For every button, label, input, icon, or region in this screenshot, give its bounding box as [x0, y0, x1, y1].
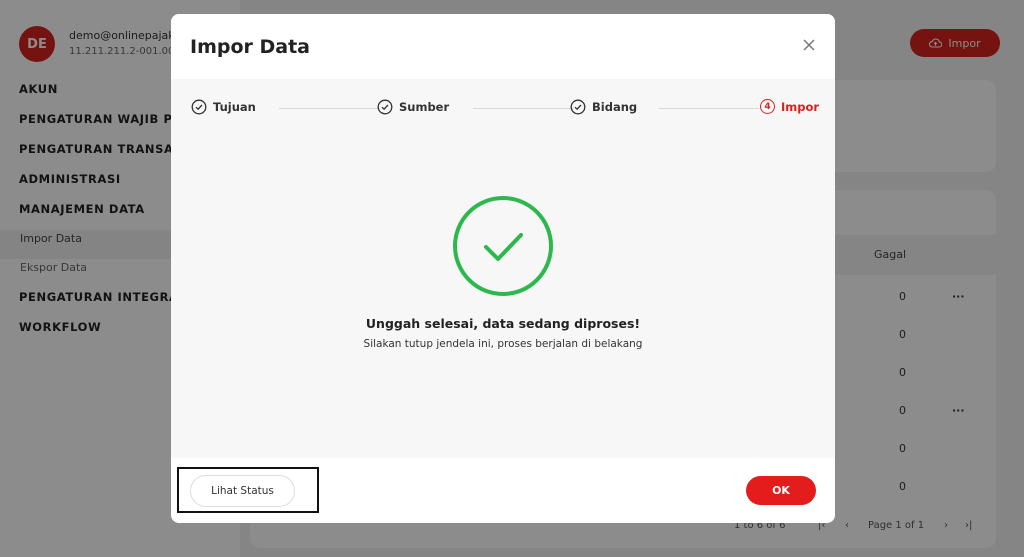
step-label: Impor	[781, 99, 820, 114]
ok-button[interactable]: OK	[746, 476, 816, 505]
step-connector	[473, 108, 573, 109]
close-icon[interactable]	[801, 38, 817, 54]
check-circle-icon	[570, 99, 586, 115]
step-sumber: Sumber	[377, 99, 449, 115]
import-modal: Impor Data Tujuan Sumber Bidang 4 Impor …	[171, 14, 835, 523]
check-circle-icon	[191, 99, 207, 115]
modal-header: Impor Data	[171, 14, 835, 79]
step-connector	[659, 108, 759, 109]
step-bidang: Bidang	[570, 99, 637, 115]
check-circle-icon	[377, 99, 393, 115]
view-status-button[interactable]: Lihat Status	[190, 475, 295, 507]
modal-title: Impor Data	[190, 36, 311, 58]
stepper: Tujuan Sumber Bidang 4 Impor	[191, 99, 819, 117]
step-number: 4	[760, 99, 775, 114]
step-label: Bidang	[592, 100, 638, 114]
step-label: Tujuan	[213, 100, 256, 114]
step-connector	[279, 108, 379, 109]
step-label: Sumber	[399, 100, 450, 114]
success-check-icon	[453, 196, 553, 296]
modal-body: Tujuan Sumber Bidang 4 Impor Unggah sele…	[171, 79, 835, 458]
success-message-title: Unggah selesai, data sedang diproses!	[365, 316, 641, 331]
success-message-subtitle: Silakan tutup jendela ini, proses berjal…	[363, 338, 643, 350]
step-tujuan: Tujuan	[191, 99, 256, 115]
step-impor: 4 Impor	[760, 99, 819, 114]
